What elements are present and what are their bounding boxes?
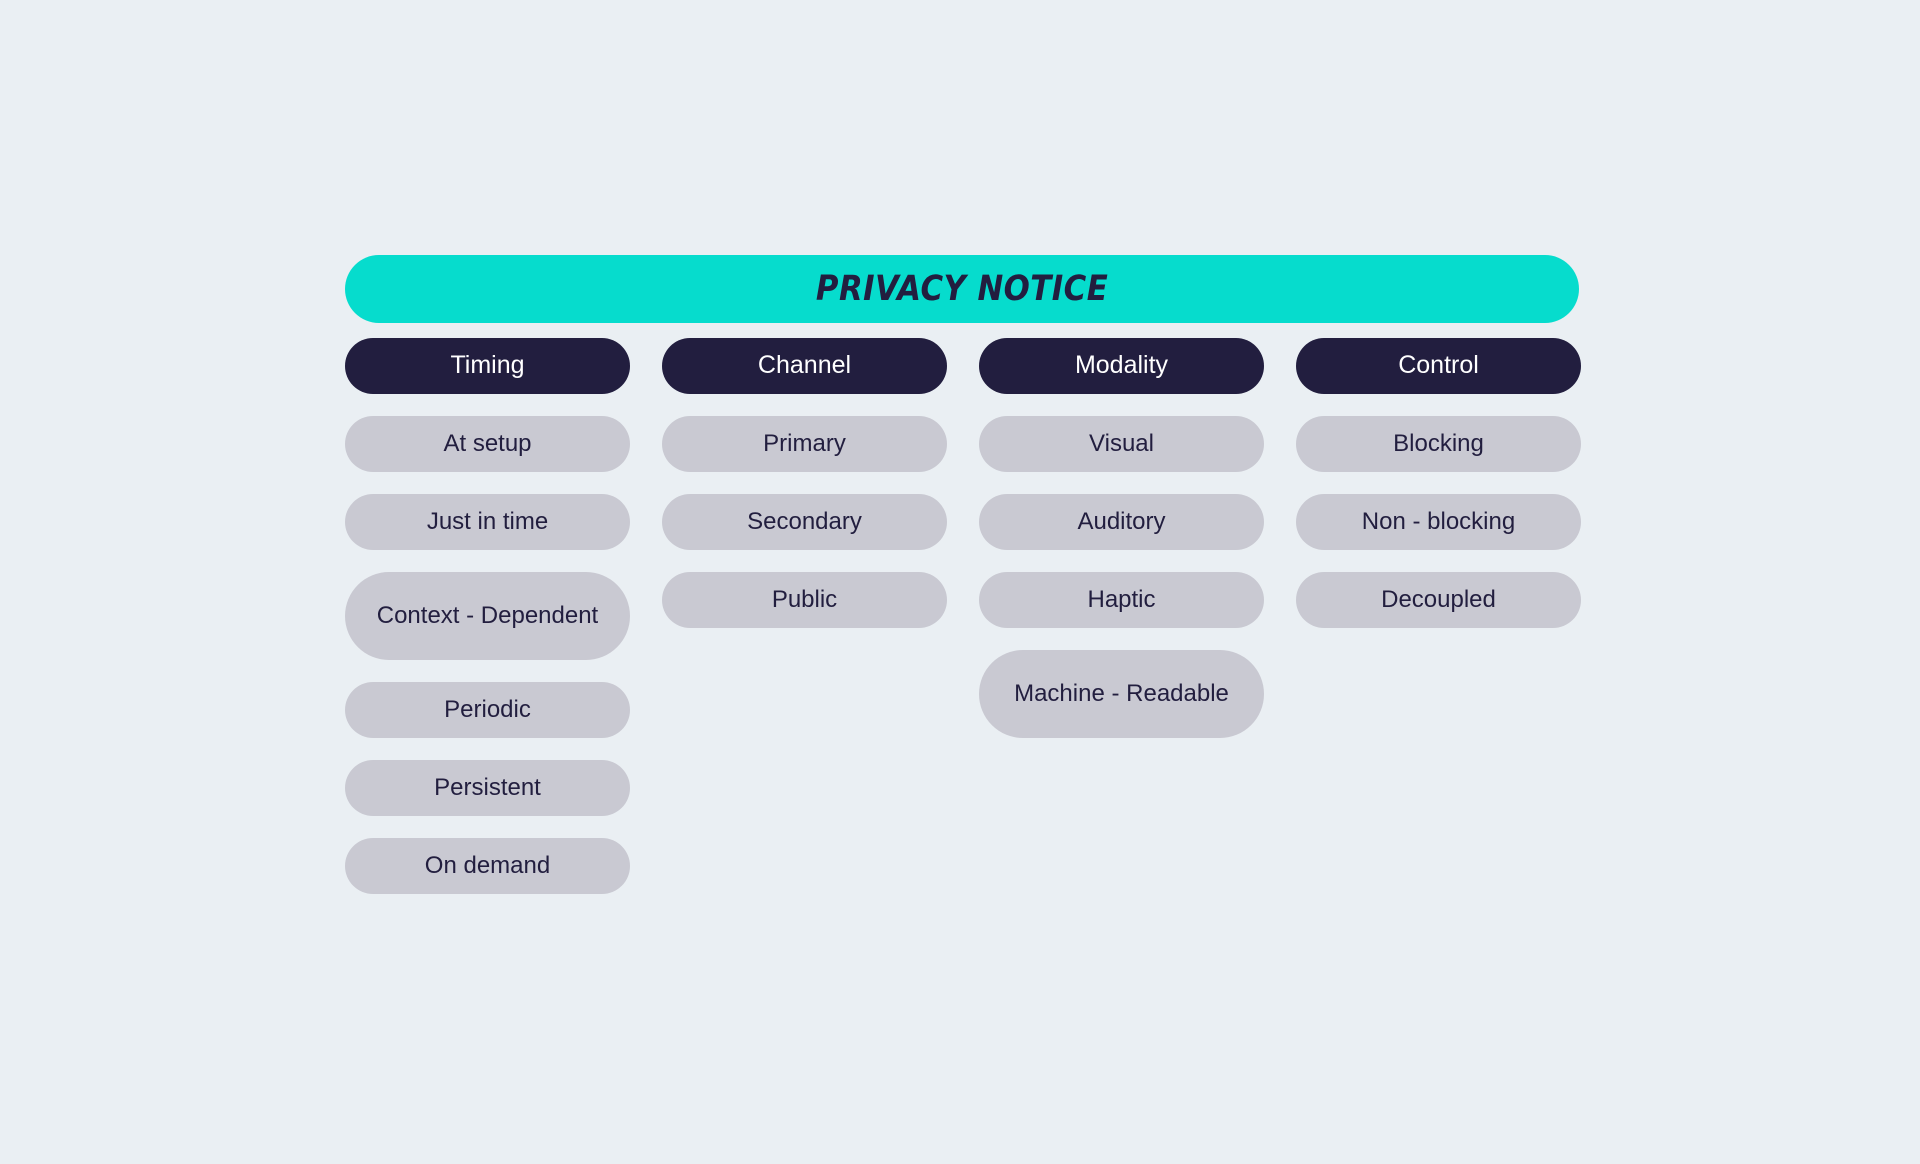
item-pill[interactable]: Machine - Readable (979, 650, 1264, 738)
diagram-title-text: PRIVACY NOTICE (815, 269, 1109, 309)
column-header-channel[interactable]: Channel (662, 338, 947, 394)
privacy-notice-taxonomy-diagram: PRIVACY NOTICE Timing At setup Just in tim… (345, 255, 1581, 894)
item-pill[interactable]: Visual (979, 416, 1264, 472)
diagram-title-banner: PRIVACY NOTICE (345, 255, 1579, 323)
item-pill[interactable]: On demand (345, 838, 630, 894)
item-pill[interactable]: Blocking (1296, 416, 1581, 472)
item-pill[interactable]: Just in time (345, 494, 630, 550)
taxonomy-column: Timing At setup Just in time Context - Depe… (345, 338, 630, 894)
item-pill[interactable]: Secondary (662, 494, 947, 550)
item-pill[interactable]: Primary (662, 416, 947, 472)
item-pill[interactable]: Auditory (979, 494, 1264, 550)
item-pill[interactable]: Decoupled (1296, 572, 1581, 628)
taxonomy-columns: Timing At setup Just in time Context - Depe… (345, 338, 1581, 894)
item-pill[interactable]: Periodic (345, 682, 630, 738)
column-header-modality[interactable]: Modality (979, 338, 1264, 394)
column-header-control[interactable]: Control (1296, 338, 1581, 394)
column-header-timing[interactable]: Timing (345, 338, 630, 394)
taxonomy-column: Channel Primary Secondary Public (662, 338, 947, 628)
item-pill[interactable]: Persistent (345, 760, 630, 816)
item-pill[interactable]: Haptic (979, 572, 1264, 628)
item-pill[interactable]: At setup (345, 416, 630, 472)
item-pill[interactable]: Context - Dependent (345, 572, 630, 660)
taxonomy-column: Modality Visual Auditory Haptic Machine - Re… (979, 338, 1264, 738)
item-pill[interactable]: Public (662, 572, 947, 628)
taxonomy-column: Control Blocking Non - blocking Decoupled (1296, 338, 1581, 628)
item-pill[interactable]: Non - blocking (1296, 494, 1581, 550)
